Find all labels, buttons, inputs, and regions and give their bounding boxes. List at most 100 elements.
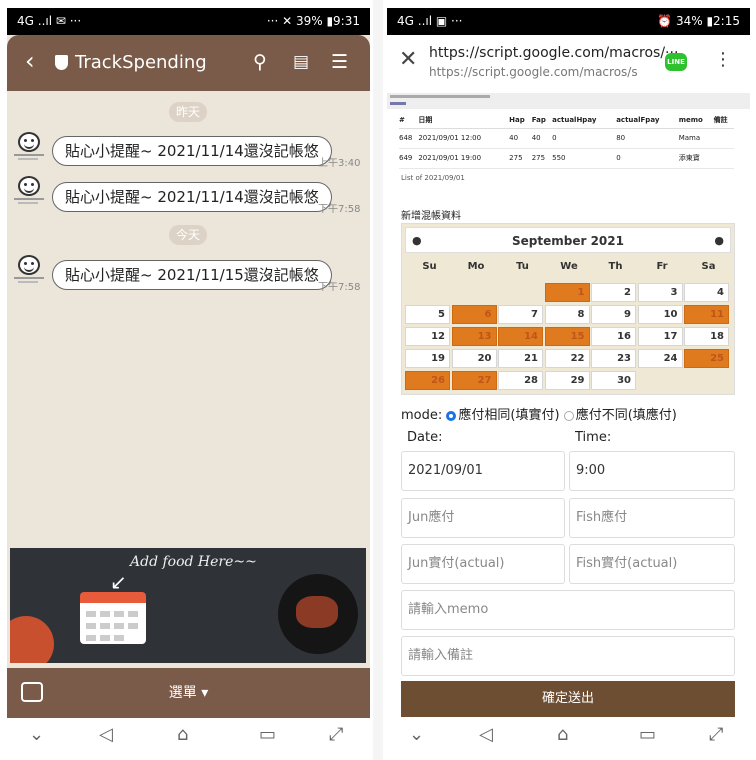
chat-footer: 選單 ▾ — [7, 668, 370, 718]
calendar-day[interactable]: 16 — [591, 327, 636, 346]
date-picker: ● September 2021 ● Su Mo Tu We Th Fr Sa 1 2 3 4 5 6 7… — [401, 223, 735, 395]
calendar-day[interactable]: 15 — [544, 327, 590, 346]
calendar-day[interactable]: 18 — [684, 327, 729, 346]
page-url[interactable]: https://script.google.com/macros/··· — [429, 45, 678, 61]
calendar-day[interactable]: 13 — [451, 327, 497, 346]
calendar-day[interactable]: 4 — [684, 283, 729, 302]
menu-toggle[interactable]: 選單 ▾ — [7, 682, 370, 702]
note-input[interactable]: 請輸入備註 — [401, 636, 735, 676]
calendar-day[interactable]: 20 — [451, 349, 497, 368]
time-select[interactable]: 9:00 — [569, 451, 735, 491]
message-bubble[interactable]: 貼心小提醒~ 2021/11/14還沒記帳悠 — [52, 182, 332, 212]
nav-back-icon[interactable]: ◁ — [99, 724, 113, 745]
status-bar: 4G ..ıl ✉ ··· ··· ✕ 39% ▮9:31 — [7, 8, 370, 35]
table-cell: 0 — [616, 148, 679, 169]
fish-actual-input[interactable]: Fish實付(actual) — [569, 544, 735, 584]
calendar-day[interactable]: 7 — [498, 305, 543, 324]
chat-header: ‹ TrackSpending ⚲ ▤ ☰ — [7, 35, 370, 91]
arrow-icon: ↙ — [110, 570, 127, 594]
nav-back-icon[interactable]: ◁ — [479, 724, 493, 745]
calendar-icon — [80, 592, 146, 644]
calendar-day[interactable]: 19 — [405, 349, 450, 368]
jun-due-input[interactable]: Jun應付 — [401, 498, 565, 538]
line-share-icon[interactable]: LINE — [665, 53, 687, 71]
table-header: actualHpay — [552, 112, 617, 129]
steak-pan-image — [278, 574, 358, 654]
table-header: memo — [678, 112, 714, 129]
table-cell: 40 — [531, 128, 553, 149]
status-left: 4G ..ıl ▣ ··· — [397, 14, 463, 28]
mode-option-same[interactable]: 應付相同(填實付) — [446, 408, 560, 423]
nav-recents-icon[interactable]: ▭ — [259, 724, 276, 745]
calendar-day[interactable]: 27 — [451, 371, 497, 390]
section-title: 新增混帳資料 — [401, 211, 461, 222]
weekday-label: Su — [422, 261, 437, 272]
mode-option-different[interactable]: 應付不同(填應付) — [563, 408, 677, 423]
calendar-day[interactable]: 17 — [637, 327, 683, 346]
mode-label: mode: — [401, 408, 443, 423]
calendar-day[interactable]: 12 — [405, 327, 450, 346]
calendar-day[interactable]: 28 — [498, 371, 543, 390]
memo-input[interactable]: 請輸入memo — [401, 590, 735, 630]
calendar-day[interactable]: 11 — [684, 305, 729, 324]
note-icon[interactable]: ▤ — [293, 51, 309, 73]
salad-plate-image — [10, 616, 54, 663]
bot-avatar[interactable] — [14, 255, 44, 287]
calendar-day[interactable]: 25 — [684, 349, 729, 368]
calendar-day[interactable]: 10 — [637, 305, 683, 324]
calendar-day[interactable]: 8 — [544, 305, 590, 324]
rich-menu-banner[interactable]: ↙ Add food Here~~ — [10, 548, 366, 663]
calendar-day[interactable]: 21 — [498, 349, 543, 368]
radio-selected[interactable] — [446, 410, 457, 421]
nav-home-icon[interactable]: ⌂ — [177, 724, 188, 745]
table-header-row: # 日期 Hap Fap actualHpay actualFpay memo … — [399, 112, 734, 129]
message-time: 上午3:40 — [318, 158, 361, 169]
calendar-day[interactable]: 23 — [591, 349, 636, 368]
bot-avatar[interactable] — [14, 132, 44, 164]
nav-down-icon[interactable]: ⌄ — [29, 724, 44, 745]
message-bubble[interactable]: 貼心小提醒~ 2021/11/15還沒記帳悠 — [52, 260, 332, 290]
date-input[interactable]: 2021/09/01 — [401, 451, 565, 491]
calendar-day[interactable]: 24 — [637, 349, 683, 368]
calendar-day[interactable]: 26 — [405, 371, 450, 390]
address-bar: ✕ https://script.google.com/macros/··· h… — [387, 35, 750, 93]
message-bubble[interactable]: 貼心小提醒~ 2021/11/14還沒記帳悠 — [52, 136, 332, 166]
submit-button[interactable]: 確定送出 — [401, 681, 735, 717]
calendar-day[interactable]: 30 — [591, 371, 636, 390]
fish-due-input[interactable]: Fish應付 — [569, 498, 735, 538]
nav-expand-icon[interactable]: ⤢ — [709, 724, 723, 745]
table-cell: 275 — [509, 148, 532, 169]
next-month-icon[interactable]: ● — [714, 228, 724, 254]
nav-home-icon[interactable]: ⌂ — [557, 724, 568, 745]
chat-title: TrackSpending — [75, 52, 207, 73]
calendar-day[interactable]: 9 — [591, 305, 636, 324]
calendar-day[interactable]: 29 — [544, 371, 590, 390]
search-icon[interactable]: ⚲ — [253, 51, 267, 73]
nav-recents-icon[interactable]: ▭ — [639, 724, 656, 745]
time-label: Time: — [575, 430, 612, 445]
back-icon[interactable]: ‹ — [25, 48, 35, 74]
calendar-day[interactable]: 1 — [544, 283, 590, 302]
table-cell: Mama — [678, 128, 714, 149]
table-cell: 648 — [399, 128, 419, 149]
jun-actual-input[interactable]: Jun實付(actual) — [401, 544, 565, 584]
close-icon[interactable]: ✕ — [399, 47, 417, 72]
prev-month-icon[interactable]: ● — [412, 228, 422, 254]
nav-expand-icon[interactable]: ⤢ — [329, 724, 343, 745]
calendar-day[interactable]: 6 — [451, 305, 497, 324]
records-table: # 日期 Hap Fap actualHpay actualFpay memo … — [399, 112, 734, 169]
nav-down-icon[interactable]: ⌄ — [409, 724, 424, 745]
calendar-day[interactable]: 2 — [591, 283, 636, 302]
table-cell — [713, 148, 734, 169]
calendar-day[interactable]: 14 — [498, 327, 543, 346]
radio-unselected[interactable] — [563, 410, 574, 421]
calendar-day[interactable]: 3 — [637, 283, 683, 302]
calendar-day[interactable]: 22 — [544, 349, 590, 368]
web-form-screen: 4G ..ıl ▣ ··· ⏰ 34% ▮2:15 ✕ https://scri… — [387, 8, 750, 753]
bot-avatar[interactable] — [14, 176, 44, 208]
calendar-day[interactable]: 5 — [405, 305, 450, 324]
day-label-today: 今天 — [169, 225, 207, 245]
menu-icon[interactable]: ☰ — [331, 51, 348, 73]
more-icon[interactable]: ⋮ — [714, 49, 732, 70]
weekday-label: Th — [608, 261, 623, 272]
